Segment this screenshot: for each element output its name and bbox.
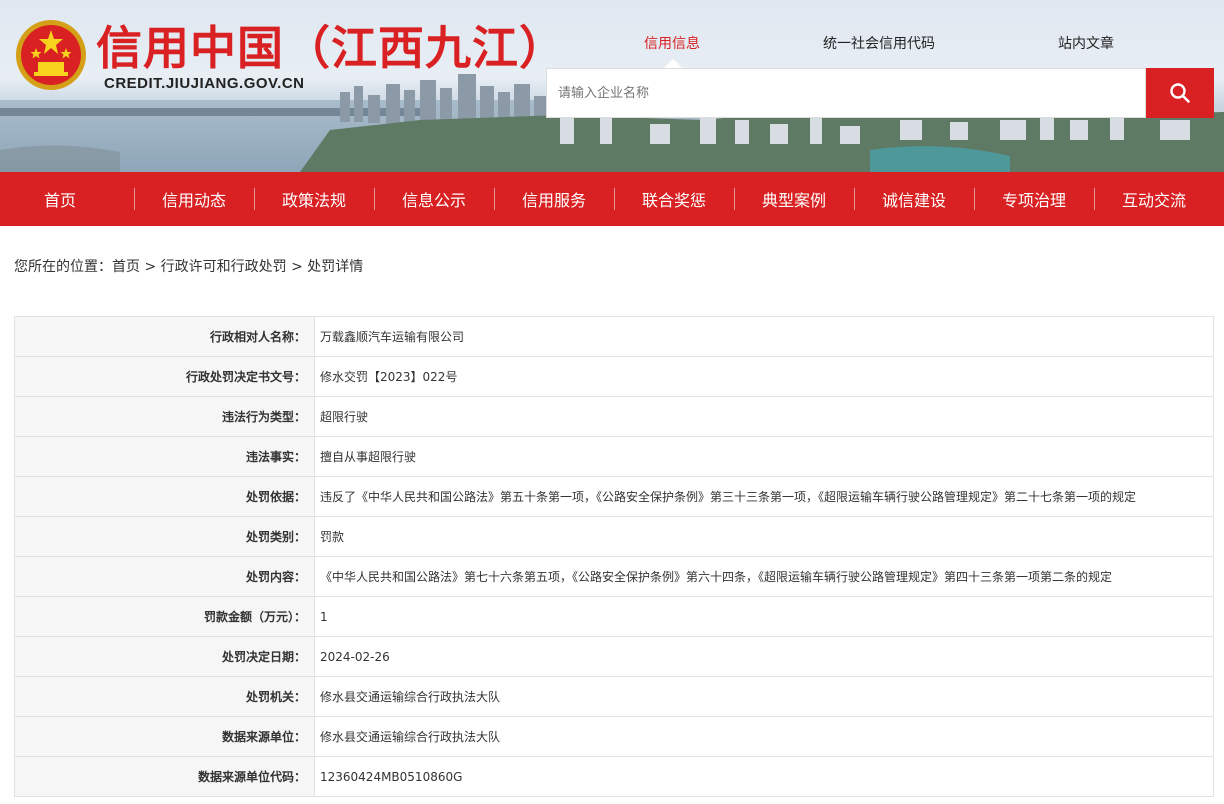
field-label: 行政相对人名称： <box>14 316 315 357</box>
field-value: 修水县交通运输综合行政执法大队 <box>314 676 1214 717</box>
table-row: 处罚内容： 《中华人民共和国公路法》第七十六条第五项，《公路安全保护条例》第六十… <box>14 556 1214 597</box>
site-header: 信用中国（江西九江） CREDIT.JIUJIANG.GOV.CN 信用信息 统… <box>0 0 1224 172</box>
breadcrumb-prefix: 您所在的位置： <box>14 259 112 275</box>
table-row: 违法行为类型： 超限行驶 <box>14 396 1214 437</box>
breadcrumb-home[interactable]: 首页 <box>112 259 140 275</box>
search-icon <box>1170 83 1190 103</box>
field-label: 罚款金额（万元）： <box>14 596 315 637</box>
field-label: 行政处罚决定书文号： <box>14 356 315 397</box>
breadcrumb-permits-penalties[interactable]: 行政许可和行政处罚 <box>161 259 287 275</box>
field-value: 超限行驶 <box>314 396 1214 437</box>
field-label: 处罚机关： <box>14 676 315 717</box>
table-row: 处罚决定日期： 2024-02-26 <box>14 636 1214 677</box>
tab-site-articles[interactable]: 站内文章 <box>1058 33 1114 53</box>
field-label: 数据来源单位： <box>14 716 315 757</box>
field-label: 处罚内容： <box>14 556 315 597</box>
field-label: 数据来源单位代码： <box>14 756 315 797</box>
field-value: 修水县交通运输综合行政执法大队 <box>314 716 1214 757</box>
nav-item-interaction[interactable]: 互动交流 <box>1094 172 1214 226</box>
field-value: 1 <box>314 596 1214 637</box>
table-row: 处罚机关： 修水县交通运输综合行政执法大队 <box>14 676 1214 717</box>
site-domain: CREDIT.JIUJIANG.GOV.CN <box>104 75 305 92</box>
field-label: 处罚依据： <box>14 476 315 517</box>
table-row: 行政处罚决定书文号： 修水交罚【2023】022号 <box>14 356 1214 397</box>
nav-item-integrity[interactable]: 诚信建设 <box>854 172 974 226</box>
table-row: 违法事实： 擅自从事超限行驶 <box>14 436 1214 477</box>
table-row: 数据来源单位： 修水县交通运输综合行政执法大队 <box>14 716 1214 757</box>
field-label: 处罚类别： <box>14 516 315 557</box>
site-title: 信用中国（江西九江） <box>96 21 566 75</box>
breadcrumb-separator: > <box>286 259 308 275</box>
field-value: 2024-02-26 <box>314 636 1214 677</box>
field-value: 修水交罚【2023】022号 <box>314 356 1214 397</box>
breadcrumb: 您所在的位置：首页 > 行政许可和行政处罚 > 处罚详情 <box>14 256 363 276</box>
nav-item-joint-rewards[interactable]: 联合奖惩 <box>614 172 734 226</box>
search-button[interactable] <box>1146 68 1214 118</box>
field-value: 12360424MB0510860G <box>314 756 1214 797</box>
tab-credit-info[interactable]: 信用信息 <box>644 33 700 53</box>
field-label: 违法事实： <box>14 436 315 477</box>
field-value: 违反了《中华人民共和国公路法》第五十条第一项，《公路安全保护条例》第三十三条第一… <box>314 476 1214 517</box>
nav-item-credit-services[interactable]: 信用服务 <box>494 172 614 226</box>
nav-item-typical-cases[interactable]: 典型案例 <box>734 172 854 226</box>
nav-item-home[interactable]: 首页 <box>0 172 134 226</box>
national-emblem-icon[interactable] <box>14 18 88 92</box>
active-tab-indicator <box>664 59 682 68</box>
field-value: 罚款 <box>314 516 1214 557</box>
nav-item-credit-news[interactable]: 信用动态 <box>134 172 254 226</box>
field-value: 擅自从事超限行驶 <box>314 436 1214 477</box>
breadcrumb-current: 处罚详情 <box>307 259 364 275</box>
table-row: 处罚依据： 违反了《中华人民共和国公路法》第五十条第一项，《公路安全保护条例》第… <box>14 476 1214 517</box>
table-row: 罚款金额（万元）： 1 <box>14 596 1214 637</box>
field-label: 处罚决定日期： <box>14 636 315 677</box>
nav-item-policies[interactable]: 政策法规 <box>254 172 374 226</box>
nav-item-disclosure[interactable]: 信息公示 <box>374 172 494 226</box>
tab-unified-credit-code[interactable]: 统一社会信用代码 <box>823 33 935 53</box>
field-value: 《中华人民共和国公路法》第七十六条第五项，《公路安全保护条例》第六十四条，《超限… <box>314 556 1214 597</box>
main-nav: 首页 信用动态 政策法规 信息公示 信用服务 联合奖惩 典型案例 诚信建设 专项… <box>0 172 1224 226</box>
table-row: 处罚类别： 罚款 <box>14 516 1214 557</box>
table-row: 数据来源单位代码： 12360424MB0510860G <box>14 756 1214 797</box>
nav-item-special-governance[interactable]: 专项治理 <box>974 172 1094 226</box>
field-label: 违法行为类型： <box>14 396 315 437</box>
field-value: 万载鑫顺汽车运输有限公司 <box>314 316 1214 357</box>
search-input[interactable] <box>546 68 1146 118</box>
table-row: 行政相对人名称： 万载鑫顺汽车运输有限公司 <box>14 316 1214 357</box>
penalty-detail-table: 行政相对人名称： 万载鑫顺汽车运输有限公司 行政处罚决定书文号： 修水交罚【20… <box>14 316 1214 797</box>
breadcrumb-separator: > <box>140 259 161 275</box>
